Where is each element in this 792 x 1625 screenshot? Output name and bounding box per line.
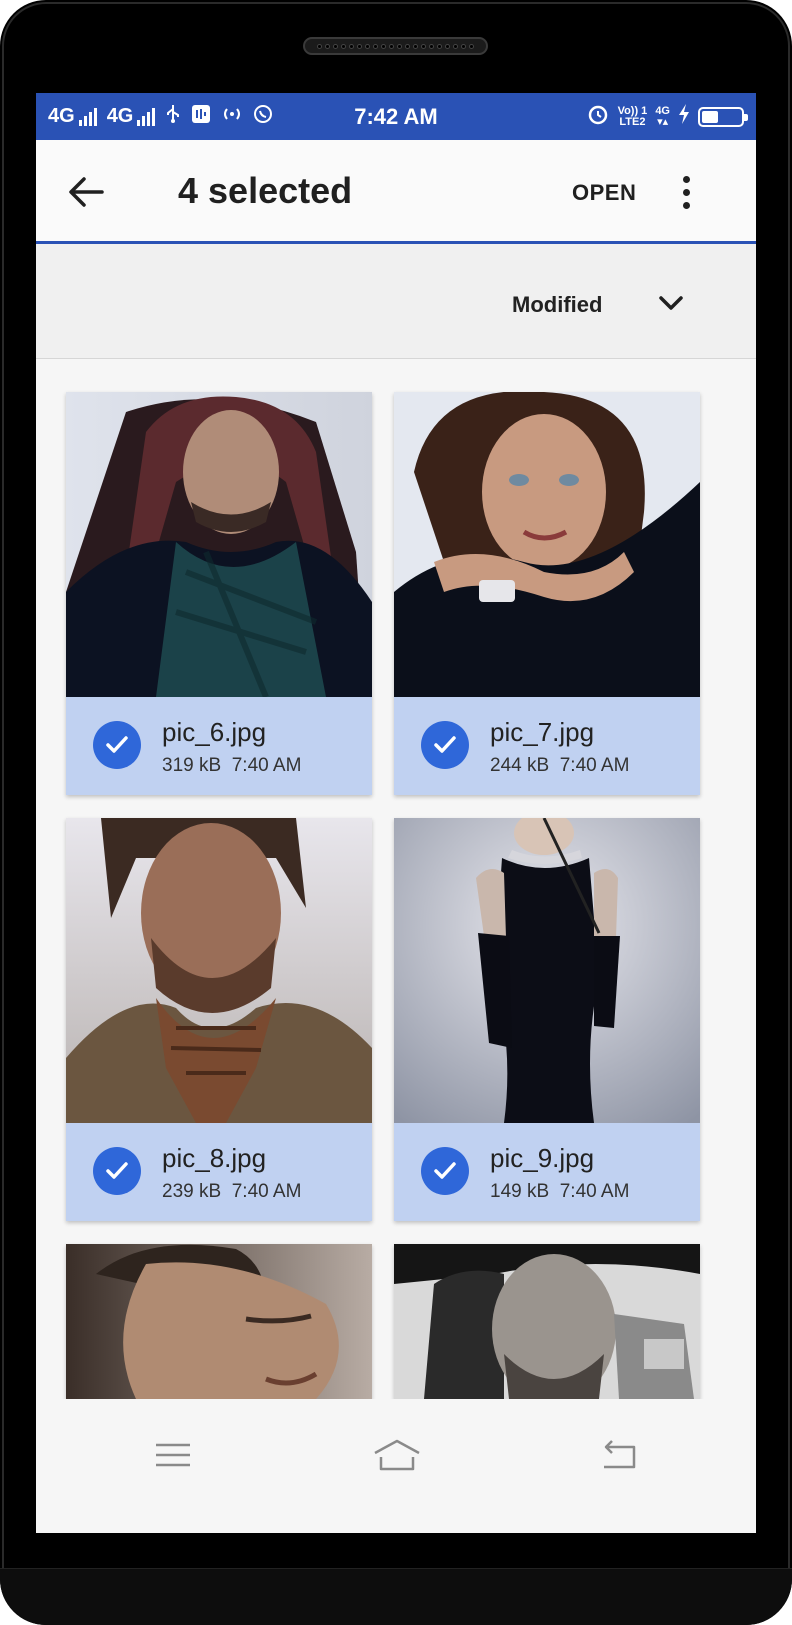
- file-info: 244 kB 7:40 AM: [490, 755, 629, 777]
- file-name: pic_9.jpg: [490, 1143, 595, 1173]
- phone-frame: 4G 4G 7:42 AM Vo)) 1 LTE2 4G ▾▴ 4 select…: [0, 0, 792, 1625]
- file-card[interactable]: [66, 1244, 372, 1399]
- selection-count-title: 4 selected: [178, 170, 353, 211]
- file-grid: pic_6.jpg 319 kB 7:40 AM pic_7.jpg 244 k…: [36, 359, 756, 1399]
- file-card[interactable]: pic_6.jpg 319 kB 7:40 AM: [66, 392, 372, 795]
- image-thumbnail: [66, 818, 372, 1123]
- file-name: pic_6.jpg: [162, 717, 267, 747]
- battery-icon: [698, 106, 748, 127]
- file-name: pic_7.jpg: [490, 717, 595, 747]
- volte-line-1: Vo)) 1: [617, 104, 648, 117]
- file-time: 7:40 AM: [559, 755, 630, 776]
- more-options-icon[interactable]: [672, 170, 700, 214]
- volte-indicator: Vo)) 1 LTE2: [617, 104, 648, 128]
- checkmark-icon[interactable]: [93, 721, 141, 769]
- sort-dropdown-label[interactable]: Modified: [512, 292, 602, 318]
- open-button[interactable]: OPEN: [572, 180, 636, 206]
- menu-icon[interactable]: [148, 1435, 198, 1475]
- checkmark-icon[interactable]: [93, 1147, 141, 1195]
- image-thumbnail: [66, 392, 372, 697]
- volte-line-2: LTE2: [619, 115, 646, 128]
- file-info: 239 kB 7:40 AM: [162, 1181, 301, 1203]
- file-size: 239 kB: [162, 1181, 222, 1202]
- file-time: 7:40 AM: [231, 755, 302, 776]
- image-thumbnail: [394, 392, 700, 697]
- back-icon[interactable]: [594, 1435, 644, 1475]
- file-meta: pic_7.jpg 244 kB 7:40 AM: [394, 697, 700, 795]
- file-card[interactable]: pic_8.jpg 239 kB 7:40 AM: [66, 818, 372, 1221]
- image-thumbnail: [394, 818, 700, 1123]
- image-thumbnail: [394, 1244, 700, 1399]
- chevron-down-icon[interactable]: [656, 290, 686, 316]
- system-navigation-bar: [36, 1399, 756, 1533]
- file-time: 7:40 AM: [231, 1181, 302, 1202]
- status-bar: 4G 4G 7:42 AM Vo)) 1 LTE2 4G ▾▴: [36, 93, 756, 140]
- file-time: 7:40 AM: [559, 1181, 630, 1202]
- file-info: 149 kB 7:40 AM: [490, 1181, 629, 1203]
- earpiece-speaker: [303, 37, 488, 55]
- image-thumbnail: [66, 1244, 372, 1399]
- checkmark-icon[interactable]: [421, 721, 469, 769]
- data-network-type: 4G: [655, 104, 670, 117]
- file-meta: pic_8.jpg 239 kB 7:40 AM: [66, 1123, 372, 1221]
- file-size: 319 kB: [162, 755, 222, 776]
- screen: 4G 4G 7:42 AM Vo)) 1 LTE2 4G ▾▴ 4 select…: [36, 93, 756, 1533]
- alarm-icon: [586, 102, 610, 132]
- checkmark-icon[interactable]: [421, 1147, 469, 1195]
- file-name: pic_8.jpg: [162, 1143, 267, 1173]
- file-card[interactable]: pic_9.jpg 149 kB 7:40 AM: [394, 818, 700, 1221]
- status-right-icons: Vo)) 1 LTE2 4G ▾▴: [586, 93, 748, 140]
- file-card[interactable]: [394, 1244, 700, 1399]
- data-indicator: 4G ▾▴: [655, 104, 670, 128]
- app-bar: 4 selected OPEN: [36, 140, 756, 244]
- file-size: 149 kB: [490, 1181, 550, 1202]
- sort-bar: Modified: [36, 244, 756, 359]
- file-meta: pic_6.jpg 319 kB 7:40 AM: [66, 697, 372, 795]
- file-meta: pic_9.jpg 149 kB 7:40 AM: [394, 1123, 700, 1221]
- file-size: 244 kB: [490, 755, 550, 776]
- data-arrows-icon: ▾▴: [657, 115, 669, 128]
- file-card[interactable]: pic_7.jpg 244 kB 7:40 AM: [394, 392, 700, 795]
- back-arrow-icon[interactable]: [64, 170, 108, 214]
- file-info: 319 kB 7:40 AM: [162, 755, 301, 777]
- phone-chin: [0, 1568, 792, 1625]
- home-icon[interactable]: [371, 1435, 423, 1475]
- charging-icon: [678, 103, 690, 130]
